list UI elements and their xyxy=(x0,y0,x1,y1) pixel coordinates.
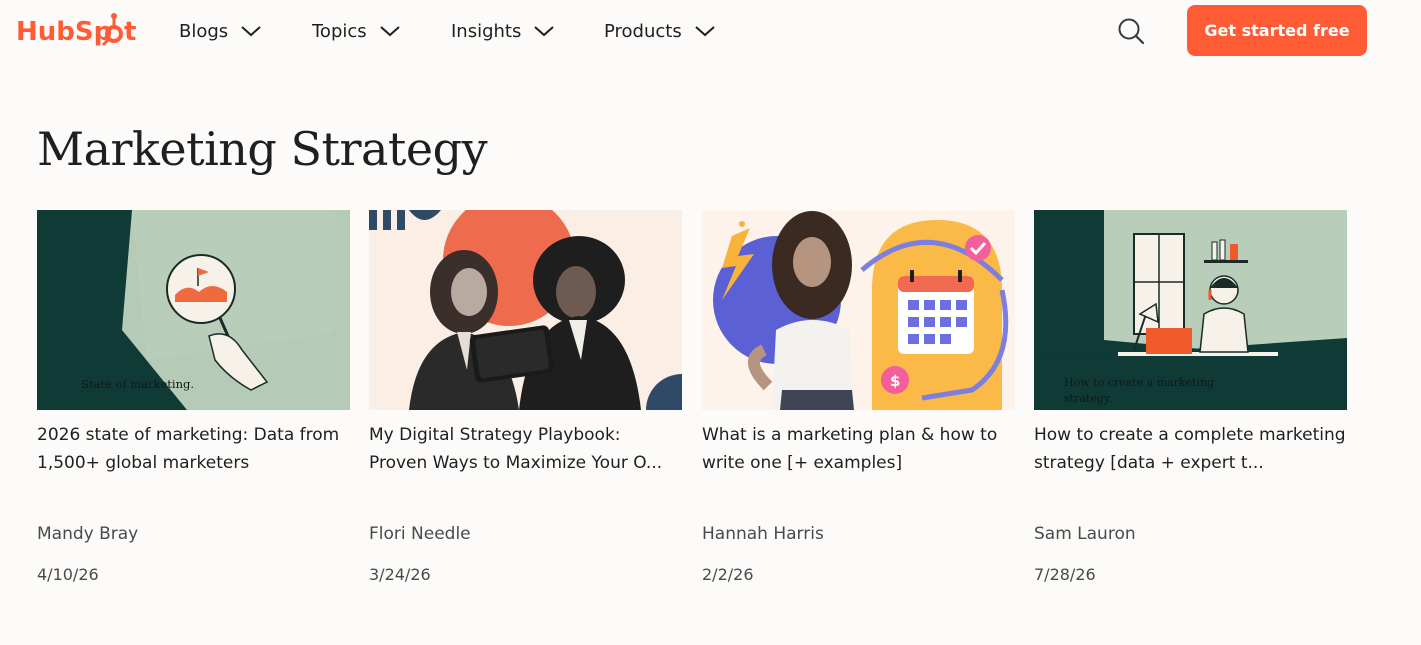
create-marketing-strategy-illustration: How to create a marketing strategy. xyxy=(1034,210,1347,410)
nav-topics-label: Topics xyxy=(312,20,367,42)
thumbnail-caption-line2: strategy. xyxy=(1064,392,1112,405)
marketing-plan-illustration: $ xyxy=(702,210,1015,410)
main-nav: Blogs Topics Insights Products xyxy=(179,16,716,46)
svg-text:HubSp: HubSp xyxy=(16,17,112,47)
thumbnail-caption: State of marketing. xyxy=(81,377,194,391)
article-thumbnail[interactable]: State of marketing. xyxy=(37,210,350,410)
article-title[interactable]: What is a marketing plan & how to write … xyxy=(702,421,1015,505)
get-started-free-button[interactable]: Get started free xyxy=(1187,5,1367,56)
nav-topics[interactable]: Topics xyxy=(312,21,451,42)
page-scrollbar[interactable] xyxy=(1413,0,1421,645)
search-icon xyxy=(1118,18,1145,45)
nav-products-label: Products xyxy=(604,20,682,42)
article-title[interactable]: How to create a complete marketing strat… xyxy=(1034,421,1347,505)
article-thumbnail[interactable] xyxy=(369,210,682,410)
thumbnail-caption-line1: How to create a marketing xyxy=(1064,376,1214,389)
article-author[interactable]: Sam Lauron xyxy=(1034,524,1347,544)
chevron-down-icon xyxy=(534,26,555,37)
article-card: How to create a marketing strategy. How … xyxy=(1034,210,1347,585)
article-date: 2/2/26 xyxy=(702,565,754,584)
chevron-down-icon xyxy=(695,26,715,37)
site-header: HubSp t Blogs Topics Insights Products G… xyxy=(0,0,1421,62)
article-card: $ What is a marketing plan & how to writ… xyxy=(702,210,1015,585)
article-date: 7/28/26 xyxy=(1034,565,1096,584)
article-card: My Digital Strategy Playbook: Proven Way… xyxy=(369,210,682,585)
nav-insights-label: Insights xyxy=(451,20,522,42)
article-title[interactable]: My Digital Strategy Playbook: Proven Way… xyxy=(369,421,682,505)
article-author[interactable]: Mandy Bray xyxy=(37,524,350,544)
digital-strategy-photo xyxy=(369,210,682,410)
article-author[interactable]: Flori Needle xyxy=(369,524,682,544)
nav-blogs[interactable]: Blogs xyxy=(179,21,312,42)
article-author[interactable]: Hannah Harris xyxy=(702,524,1015,544)
nav-products[interactable]: Products xyxy=(604,21,716,42)
article-thumbnail[interactable]: $ xyxy=(702,210,1015,410)
hubspot-logo[interactable]: HubSp t xyxy=(16,10,144,50)
page-title: Marketing Strategy xyxy=(37,122,488,176)
article-card: State of marketing. 2026 state of market… xyxy=(37,210,350,585)
article-date: 3/24/26 xyxy=(369,565,431,584)
chevron-down-icon xyxy=(379,26,400,37)
hubspot-logo-mark: HubSp t xyxy=(16,13,136,47)
state-of-marketing-illustration: State of marketing. xyxy=(37,210,350,410)
article-date: 4/10/26 xyxy=(37,565,99,584)
nav-insights[interactable]: Insights xyxy=(451,21,604,42)
chevron-down-icon xyxy=(241,26,261,37)
svg-text:t: t xyxy=(124,17,136,47)
svg-text:$: $ xyxy=(890,372,900,390)
article-thumbnail[interactable]: How to create a marketing strategy. xyxy=(1034,210,1347,410)
search-button[interactable] xyxy=(1116,16,1146,46)
article-title[interactable]: 2026 state of marketing: Data from 1,500… xyxy=(37,421,350,505)
nav-blogs-label: Blogs xyxy=(179,20,229,42)
